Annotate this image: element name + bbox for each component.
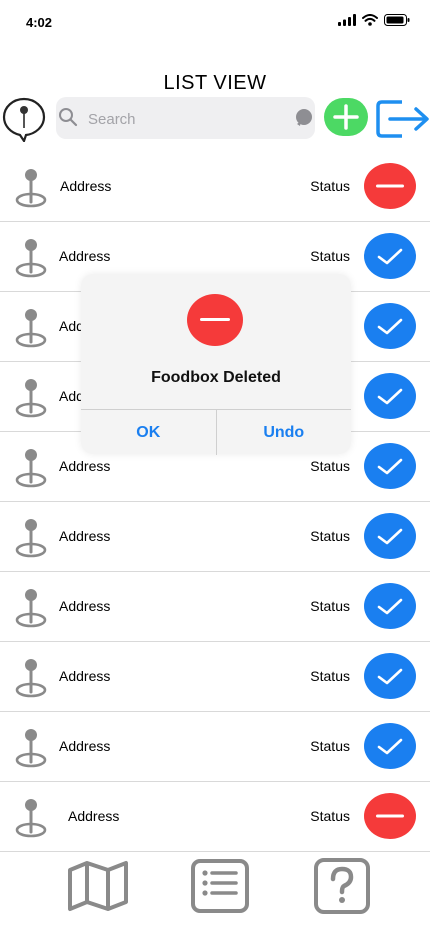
plus-icon	[333, 104, 359, 130]
address-label: Address	[59, 668, 111, 684]
location-pin-icon	[14, 586, 48, 633]
checkmark-button[interactable]	[364, 583, 416, 629]
search-bar[interactable]	[56, 97, 315, 141]
address-label: Address	[59, 738, 111, 754]
help-icon	[314, 858, 370, 914]
checkmark-icon	[376, 316, 404, 336]
address-label: Address	[59, 598, 111, 614]
dialog-title: Foodbox Deleted	[151, 369, 281, 386]
list-item[interactable]: Address Status	[0, 642, 430, 712]
location-pin-icon	[14, 376, 48, 423]
status-time: 4:02	[26, 15, 53, 30]
status-label: Status	[310, 808, 350, 824]
checkmark-button[interactable]	[364, 513, 416, 559]
delete-button[interactable]	[364, 793, 416, 839]
ok-button[interactable]: OK	[81, 410, 216, 455]
location-pin-icon	[14, 516, 48, 563]
undo-button[interactable]: Undo	[215, 410, 352, 455]
logout-button[interactable]	[376, 96, 430, 140]
checkmark-button[interactable]	[364, 233, 416, 279]
checkmark-button[interactable]	[364, 303, 416, 349]
search-input[interactable]	[86, 97, 280, 141]
minus-icon	[376, 813, 404, 819]
address-list: Address Status Address Status Address Status A…	[0, 152, 430, 852]
status-label: Status	[310, 528, 350, 544]
microphone-icon[interactable]	[295, 108, 313, 128]
list-item[interactable]: Address Status	[0, 572, 430, 642]
tab-bar	[0, 840, 430, 932]
location-pin-icon	[14, 796, 48, 843]
status-label: Status	[310, 458, 350, 474]
location-pin-icon	[14, 656, 48, 703]
status-label: Status	[310, 738, 350, 754]
checkmark-icon	[376, 246, 404, 266]
delete-button[interactable]	[364, 163, 416, 209]
status-label: Status	[310, 598, 350, 614]
page-title: LIST VIEW	[163, 72, 267, 94]
checkmark-button[interactable]	[364, 373, 416, 419]
status-bar: 4:02	[0, 0, 430, 46]
address-label: Address	[59, 248, 111, 264]
status-icons	[338, 14, 410, 26]
location-pin-icon	[14, 446, 48, 493]
address-label: Address	[68, 808, 120, 824]
checkmark-icon	[376, 596, 404, 616]
checkmark-button[interactable]	[364, 443, 416, 489]
delete-status-icon	[187, 294, 243, 346]
location-pin-icon	[14, 726, 48, 773]
dialog-actions: OK Undo	[81, 409, 351, 455]
location-pin-icon	[14, 306, 48, 353]
address-label: Address	[59, 528, 111, 544]
checkmark-button[interactable]	[364, 723, 416, 769]
logout-icon	[376, 100, 429, 138]
minus-icon	[376, 183, 404, 189]
map-icon	[68, 861, 128, 911]
list-item[interactable]: Address Status	[0, 712, 430, 782]
address-label: Address	[60, 178, 112, 194]
list-item[interactable]: Address Status	[0, 152, 430, 222]
status-label: Status	[310, 248, 350, 264]
tab-list[interactable]	[188, 856, 252, 916]
checkmark-icon	[376, 526, 404, 546]
location-pin-icon	[14, 166, 48, 213]
checkmark-icon	[376, 386, 404, 406]
location-bubble-icon	[2, 97, 46, 144]
battery-icon	[384, 14, 410, 26]
signal-icon	[338, 14, 356, 26]
wifi-icon	[362, 14, 378, 26]
address-label: Address	[59, 458, 111, 474]
status-label: Status	[310, 668, 350, 684]
list-icon	[191, 859, 249, 913]
checkmark-button[interactable]	[364, 653, 416, 699]
location-pin-icon	[14, 236, 48, 283]
checkmark-icon	[376, 456, 404, 476]
checkmark-icon	[376, 736, 404, 756]
list-item[interactable]: Address Status	[0, 502, 430, 572]
search-icon	[59, 108, 78, 127]
tab-map[interactable]	[66, 856, 130, 916]
tab-help[interactable]	[310, 856, 374, 916]
map-pin-button[interactable]	[2, 96, 46, 144]
add-button[interactable]	[324, 98, 368, 136]
checkmark-icon	[376, 666, 404, 686]
status-label: Status	[310, 178, 350, 194]
deleted-alert-dialog: Foodbox Deleted OK Undo	[81, 274, 351, 455]
